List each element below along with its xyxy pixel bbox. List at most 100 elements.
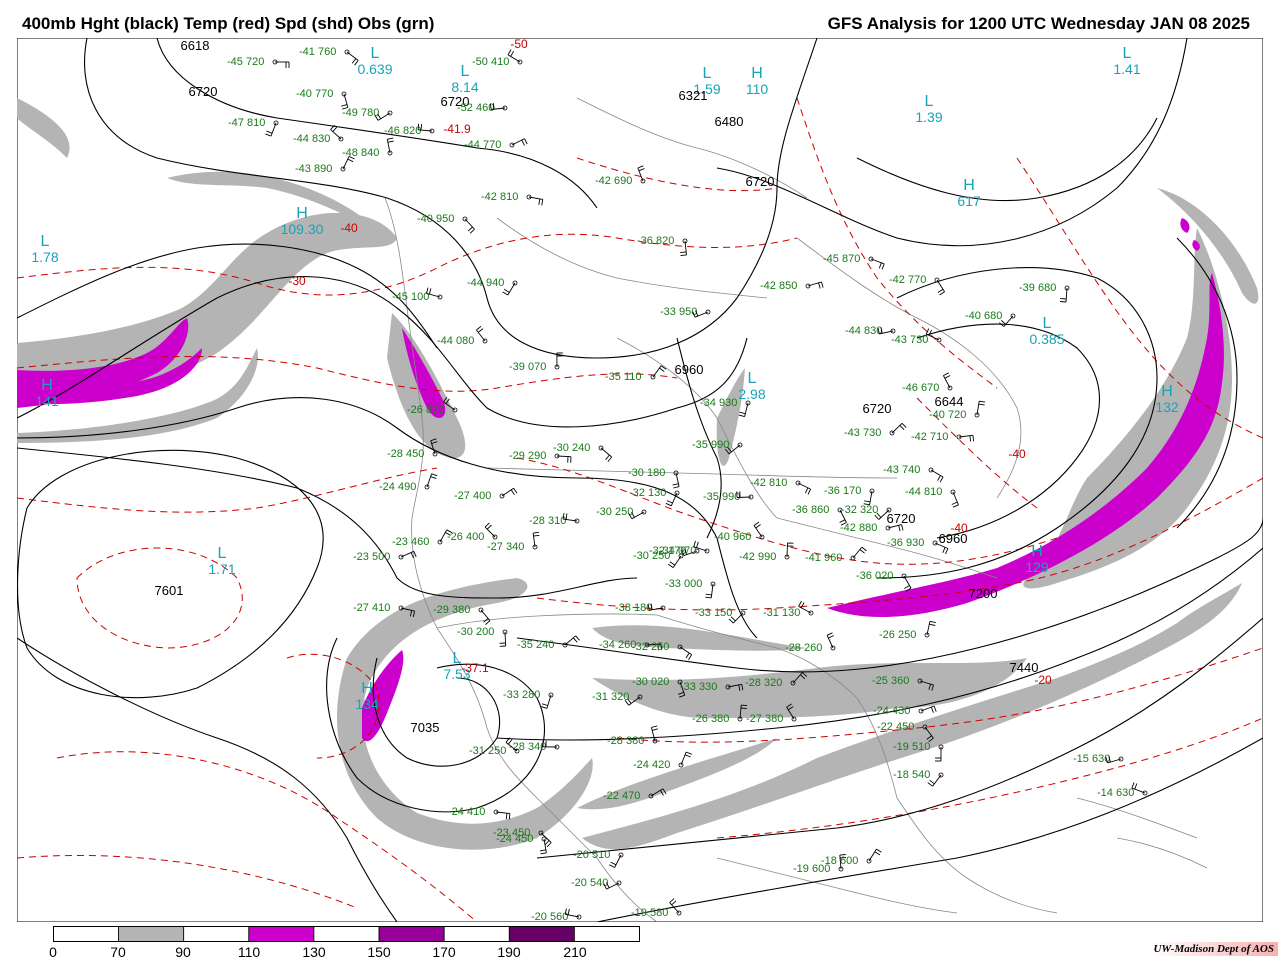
station-obs-label: -44 830 bbox=[845, 325, 882, 337]
colorbar-cell bbox=[443, 926, 510, 942]
station-obs-label: -40 680 bbox=[965, 310, 1002, 322]
height-contour-label: 6644 bbox=[935, 394, 964, 409]
station-obs-label: -40 720 bbox=[929, 409, 966, 421]
speed-center-letter: L bbox=[1123, 45, 1132, 62]
temperature-contour-label: -30 bbox=[288, 274, 306, 288]
speed-center-letter: H bbox=[41, 377, 53, 394]
station-obs-label: -30 250 bbox=[596, 506, 633, 518]
station-obs-label: -24 450 bbox=[496, 833, 533, 845]
station-obs-label: -28 340 bbox=[509, 741, 546, 753]
station-obs-label: -19 580 bbox=[631, 907, 668, 919]
station-obs-label: -24 420 bbox=[633, 759, 670, 771]
station-obs-label: -36 170 bbox=[824, 485, 861, 497]
station-obs-label: -42 690 bbox=[595, 175, 632, 187]
speed-center-letter: L bbox=[371, 45, 380, 62]
colorbar-label: 190 bbox=[497, 944, 521, 960]
height-contour-label: 6618 bbox=[181, 38, 210, 53]
station-obs-label: -35 990 bbox=[692, 439, 729, 451]
station-obs-label: -36 020 bbox=[856, 570, 893, 582]
station-obs-label: -36 930 bbox=[887, 537, 924, 549]
speed-center-value: 617 bbox=[957, 193, 981, 209]
station-obs-label: -18 600 bbox=[821, 855, 858, 867]
height-contour-label: 7200 bbox=[969, 586, 998, 601]
station-obs-label: -24 430 bbox=[873, 705, 910, 717]
station-obs-label: -34 260 bbox=[599, 639, 636, 651]
colorbar bbox=[53, 926, 640, 942]
station-obs-label: -25 360 bbox=[872, 675, 909, 687]
station-obs-label: -42 770 bbox=[889, 274, 926, 286]
station-obs-label: -28 380 bbox=[607, 735, 644, 747]
station-obs-label: -29 380 bbox=[433, 604, 470, 616]
station-obs-label: -41 760 bbox=[299, 46, 336, 58]
speed-center-value: 110 bbox=[746, 81, 769, 97]
colorbar-cell bbox=[118, 926, 185, 942]
station-obs-label: -34 930 bbox=[700, 397, 737, 409]
station-obs-label: -38 180 bbox=[615, 602, 652, 614]
height-contour-label: 6720 bbox=[887, 511, 916, 526]
station-obs-label: -33 950 bbox=[660, 306, 697, 318]
station-obs-label: -29 290 bbox=[509, 450, 546, 462]
speed-center-letter: L bbox=[41, 233, 50, 250]
station-obs-label: -30 020 bbox=[632, 676, 669, 688]
speed-center-letter: L bbox=[748, 370, 757, 387]
chart-title-left: 400mb Hght (black) Temp (red) Spd (shd) … bbox=[22, 14, 435, 33]
speed-center-letter: H bbox=[963, 177, 975, 194]
height-contour-label: 6960 bbox=[675, 362, 704, 377]
wind-barb bbox=[736, 496, 752, 498]
station-obs-label: -42 990 bbox=[739, 551, 776, 563]
station-obs-label: -45 720 bbox=[227, 56, 264, 68]
colorbar-cell bbox=[378, 926, 445, 942]
station-obs-label: -40 960 bbox=[714, 531, 751, 543]
station-obs-label: -26 870 bbox=[407, 404, 444, 416]
colorbar-label: 70 bbox=[110, 944, 126, 960]
station-obs-label: -20 560 bbox=[531, 911, 568, 922]
station-obs-label: -46 670 bbox=[902, 382, 939, 394]
chart-title-right: GFS Analysis for 1200 UTC Wednesday JAN … bbox=[827, 14, 1250, 33]
station-obs-label: -39 680 bbox=[1019, 282, 1056, 294]
station-obs-label: -47 810 bbox=[228, 117, 265, 129]
speed-center-letter: L bbox=[461, 63, 470, 80]
station-obs-label: -27 380 bbox=[746, 713, 783, 725]
colorbar-label: 0 bbox=[49, 944, 57, 960]
speed-center-letter: H bbox=[751, 65, 763, 82]
station-obs-label: -24 410 bbox=[448, 806, 485, 818]
speed-center-letter: L bbox=[453, 650, 462, 667]
station-obs-label: -28 320 bbox=[745, 677, 782, 689]
station-obs-label: -14 630 bbox=[1097, 787, 1134, 799]
colorbar-label: 90 bbox=[175, 944, 191, 960]
speed-center-value: 1.71 bbox=[208, 561, 235, 577]
station-obs-label: -46 820 bbox=[384, 125, 421, 137]
speed-center-value: 1.41 bbox=[1113, 61, 1140, 77]
station-obs-label: -34 070 bbox=[659, 545, 696, 557]
station-obs-label: -42 850 bbox=[760, 280, 797, 292]
speed-center-value: 134 bbox=[355, 696, 379, 712]
height-contour-label: 6720 bbox=[189, 84, 218, 99]
wind-barb-flag bbox=[741, 704, 748, 707]
colorbar-label: 170 bbox=[432, 944, 456, 960]
colorbar-cell bbox=[248, 926, 315, 942]
wind-barb bbox=[786, 542, 788, 558]
station-obs-label: -43 730 bbox=[891, 334, 928, 346]
wind-barb-flag bbox=[420, 124, 423, 131]
station-obs-label: -52 460 bbox=[457, 102, 494, 114]
station-obs-label: -44 080 bbox=[437, 335, 474, 347]
colorbar-label: 130 bbox=[302, 944, 326, 960]
colorbar-labels: 0 70 90 110 130 150 170 190 210 bbox=[0, 944, 700, 960]
station-obs-label: -40 950 bbox=[417, 213, 454, 225]
station-obs-label: -35 240 bbox=[517, 639, 554, 651]
speed-center-value: 132 bbox=[1155, 399, 1179, 415]
station-obs-label: -41 960 bbox=[805, 552, 842, 564]
speed-center-value: 0.639 bbox=[357, 61, 392, 77]
station-obs-label: -27 400 bbox=[454, 490, 491, 502]
station-obs-label: -44 830 bbox=[293, 133, 330, 145]
station-obs-label: -24 490 bbox=[379, 481, 416, 493]
colorbar-label: 110 bbox=[237, 944, 261, 960]
speed-center-value: 141 bbox=[35, 393, 59, 409]
station-obs-label: -33 280 bbox=[503, 689, 540, 701]
colorbar-label: 210 bbox=[563, 944, 587, 960]
station-obs-label: -26 400 bbox=[447, 531, 484, 543]
speed-center-letter: H bbox=[1161, 383, 1173, 400]
temperature-contour-label: -37.1 bbox=[461, 661, 489, 675]
speed-center-value: 1.39 bbox=[915, 109, 942, 125]
colorbar-cell bbox=[183, 926, 250, 942]
